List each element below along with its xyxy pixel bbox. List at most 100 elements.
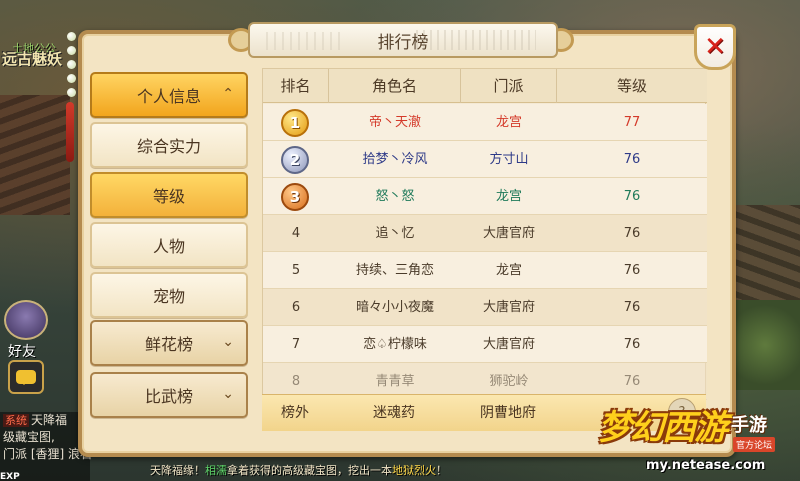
header-rank: 排名 (263, 69, 329, 103)
subtab-label: 宠物 (152, 287, 185, 306)
chat-bubble-icon (16, 370, 36, 385)
table-header: 排名 角色名 门派 等级 (263, 69, 707, 103)
name-cell: 持续、三角恋 (355, 263, 434, 278)
level-cell: 76 (623, 189, 641, 204)
table-row[interactable]: 3 怒丶怒 龙宫 76 (263, 178, 707, 215)
bead-icon (67, 74, 76, 83)
rank-cell: 7 (291, 337, 301, 352)
level-cell: 77 (623, 115, 641, 130)
ticker-player-name[interactable]: 相濡 (205, 464, 227, 477)
bead-icon (67, 32, 76, 41)
gold-medal-icon: 1 (281, 109, 309, 137)
table-row[interactable]: 5 持续、三角恋 龙宫 76 (263, 252, 707, 289)
system-tag: 系统 (3, 414, 29, 427)
decorative-rope (66, 32, 76, 432)
subtab-label: 综合实力 (136, 137, 201, 156)
map-name: 远古魅妖 (2, 50, 63, 68)
level-cell: 76 (623, 226, 641, 241)
title-plate: 排行榜 (248, 22, 558, 58)
school-cell: 大唐官府 (482, 337, 535, 352)
subtab-pet[interactable]: 宠物 (90, 272, 248, 318)
level-cell: 76 (623, 263, 641, 278)
logo-title: 梦幻西游 (598, 408, 728, 448)
subtab-level[interactable]: 等级 (90, 172, 248, 218)
rank-cell: 2 (263, 141, 329, 178)
tree-right (730, 300, 800, 390)
name-cell: 帝丶天澈 (368, 115, 421, 130)
bead-icon (67, 60, 76, 69)
header-level: 等级 (616, 77, 647, 95)
category-label: 比武榜 (144, 387, 193, 406)
friend-avatar-icon[interactable] (4, 300, 48, 340)
my-school-cell: 阴曹地府 (480, 405, 536, 421)
rank-cell: 3 (263, 178, 329, 215)
game-logo: 梦幻西游 手游 官方论坛 my.netease.com (598, 400, 798, 481)
bead-icon (67, 46, 76, 55)
category-label: 个人信息 (136, 87, 201, 106)
tassel-icon (66, 102, 74, 162)
bead-icon (67, 88, 76, 97)
chat-text: 级藏宝图, (3, 430, 55, 444)
my-rank-cell: 榜外 (281, 405, 309, 421)
table-row[interactable]: 4 追丶忆 大唐官府 76 (263, 215, 707, 252)
chat-text: 天降福 (31, 413, 68, 427)
chat-line: 级藏宝图, (0, 429, 90, 446)
cloud-pattern (416, 30, 536, 50)
name-cell: 恋♤柠檬味 (363, 337, 427, 352)
category-personal-info[interactable]: 个人信息 ⌃ (90, 72, 248, 118)
logo-forum-tag: 官方论坛 (733, 437, 776, 452)
table-row[interactable]: 7 恋♤柠檬味 大唐官府 76 (263, 326, 707, 363)
ranking-table[interactable]: 排名 角色名 门派 等级 1 帝丶天澈 龙宫 77 2 拾梦丶冷风 方寸山 76… (262, 68, 707, 430)
chat-button[interactable] (8, 360, 44, 394)
ticker-item-name[interactable]: 地狱烈火 (392, 464, 436, 477)
school-cell: 方寸山 (489, 152, 529, 167)
page-title: 排行榜 (377, 32, 429, 53)
school-cell: 龙宫 (495, 115, 522, 130)
chevron-down-icon: ⌄ (222, 334, 234, 350)
name-cell: 怒丶怒 (375, 189, 415, 204)
ticker-middle: 拿着获得的高级藏宝图，挖出一本 (227, 464, 392, 477)
building-roof-left (0, 95, 70, 215)
name-cell: 暗々小小夜魔 (355, 300, 434, 315)
announcement-ticker: 天降福缘！相濡拿着获得的高级藏宝图，挖出一本地狱烈火！ (150, 462, 620, 481)
my-name-cell: 迷魂药 (373, 405, 415, 421)
exp-label: EXP (0, 472, 20, 481)
school-cell: 大唐官府 (482, 300, 535, 315)
silver-medal-icon: 2 (281, 146, 309, 174)
table-row[interactable]: 1 帝丶天澈 龙宫 77 (263, 104, 707, 141)
subtab-overall-power[interactable]: 综合实力 (90, 122, 248, 168)
table-row[interactable]: 2 拾梦丶冷风 方寸山 76 (263, 141, 707, 178)
rank-cell: 5 (291, 263, 301, 278)
category-pvp-ranking[interactable]: 比武榜 ⌄ (90, 372, 248, 418)
friend-label[interactable]: 好友 (8, 341, 36, 361)
close-button[interactable]: ✕ (694, 24, 736, 70)
ticker-prefix: 天降福缘！ (150, 464, 205, 477)
cloud-pattern (266, 32, 346, 50)
header-name: 角色名 (329, 69, 461, 103)
subtab-label: 等级 (152, 187, 185, 206)
rank-cell: 1 (263, 104, 329, 141)
chat-area[interactable]: 系统 天降福 级藏宝图, 门派 [香狸] 浪石 (0, 412, 92, 481)
ticker-suffix: ！ (436, 464, 447, 477)
chevron-down-icon: ⌄ (222, 386, 234, 402)
rank-cell: 4 (291, 226, 301, 241)
logo-suffix: 手游 (731, 415, 767, 436)
level-cell: 76 (623, 300, 641, 315)
rank-cell: 6 (291, 300, 301, 315)
subtab-character[interactable]: 人物 (90, 222, 248, 268)
name-cell: 追丶忆 (375, 226, 415, 241)
school-cell: 大唐官府 (482, 226, 535, 241)
subtab-label: 人物 (152, 237, 185, 256)
name-cell: 拾梦丶冷风 (362, 152, 428, 167)
category-flower-ranking[interactable]: 鲜花榜 ⌄ (90, 320, 248, 366)
level-cell: 76 (623, 152, 641, 167)
level-cell: 76 (623, 337, 641, 352)
chat-line: 系统 天降福 (0, 412, 90, 429)
header-school: 门派 (461, 69, 557, 103)
chat-line: 门派 [香狸] 浪石 (0, 446, 92, 463)
logo-url: my.netease.com (646, 458, 766, 473)
table-row[interactable]: 6 暗々小小夜魔 大唐官府 76 (263, 289, 707, 326)
school-cell: 龙宫 (495, 189, 522, 204)
category-label: 鲜花榜 (144, 335, 193, 354)
chevron-up-icon: ⌃ (222, 86, 234, 102)
